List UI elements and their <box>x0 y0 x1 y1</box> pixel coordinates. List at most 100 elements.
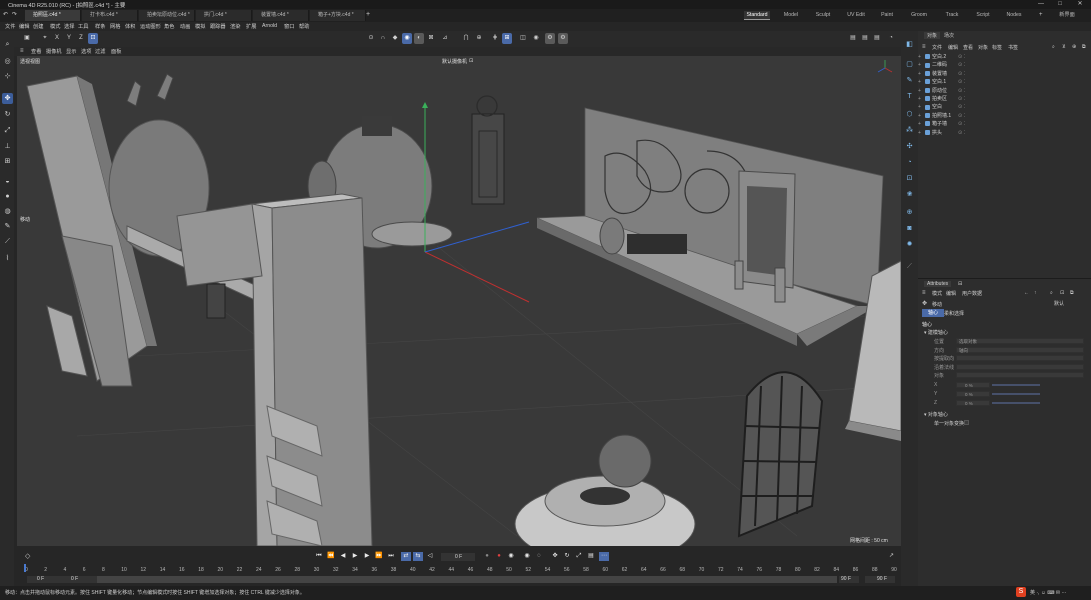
clapper-icon-1[interactable]: ▤ <box>848 33 858 44</box>
menu-item[interactable]: 模拟 <box>195 23 205 30</box>
menu-item[interactable]: 工具 <box>78 23 88 30</box>
visibility-dots-icon[interactable]: ⊙ ⁚ <box>958 87 965 95</box>
live-select-icon[interactable]: ⊹ <box>2 71 13 82</box>
attr-field-value[interactable] <box>956 355 1084 361</box>
layout-tab[interactable]: UV Edit <box>843 11 869 20</box>
max-frame-field[interactable]: 90 F <box>839 576 859 583</box>
range-slider[interactable] <box>97 576 837 583</box>
polygons-mode-icon[interactable]: ◆ <box>390 33 400 44</box>
snap-tool-icon[interactable]: ⊞ <box>2 156 13 167</box>
material-icon[interactable]: ● <box>2 191 13 202</box>
camera-icon[interactable]: ⊡ <box>469 58 473 64</box>
coordinate-system-icon[interactable]: ⊡ <box>88 33 98 44</box>
cube-icon[interactable]: ◧ <box>904 39 915 50</box>
expand-icon[interactable]: + <box>918 129 922 137</box>
menu-item[interactable]: 编辑 <box>19 23 29 30</box>
minimize-button[interactable]: — <box>1034 0 1048 9</box>
ime-tray-icons[interactable]: 英 ·, ☺ ⌨ ✉ ⋯ <box>1030 589 1067 596</box>
group-modeling-axis[interactable]: ▾ 建模轴心 <box>924 329 948 336</box>
render-region-icon[interactable]: ◫ <box>518 33 528 44</box>
brush-icon[interactable]: ✎ <box>2 221 13 232</box>
layout-tab[interactable]: Standard <box>744 11 770 20</box>
uv-mode-icon[interactable]: ⊠ <box>426 33 436 44</box>
layout-tab[interactable]: Sculpt <box>812 11 834 20</box>
tab-axis[interactable]: 轴心 <box>922 309 945 317</box>
end-frame-field[interactable]: 90 F <box>865 576 895 583</box>
expand-icon[interactable]: + <box>918 87 922 95</box>
viewport-menu-item[interactable]: 查看 <box>31 48 41 55</box>
object-row[interactable]: + 拍卖区 ⊙ ⁚ <box>918 95 1091 103</box>
menu-item[interactable]: 创建 <box>33 23 43 30</box>
magnet-icon[interactable]: ⋂ <box>461 33 471 44</box>
om-menu-item[interactable]: 对象 <box>978 44 988 51</box>
menu-item[interactable]: 文件 <box>5 23 15 30</box>
om-menu-icon[interactable]: ≡ <box>922 44 926 50</box>
paint-icon[interactable]: ◍ <box>2 206 13 217</box>
menu-item[interactable]: 角色 <box>164 23 174 30</box>
add-layout-icon[interactable]: + <box>1039 12 1043 18</box>
attributes-layers-icon[interactable]: ⊟ <box>958 281 962 287</box>
object-row[interactable]: + 空白.2 ⊙ ⁚ <box>918 53 1091 61</box>
layout-tab[interactable]: Paint <box>876 11 898 20</box>
menu-item[interactable]: 网格 <box>110 23 120 30</box>
visibility-dots-icon[interactable]: ⊙ ⁚ <box>958 120 965 128</box>
attr-mode-select[interactable]: 默认 <box>1054 300 1064 307</box>
attr-menu-edit[interactable]: 编辑 <box>946 290 956 297</box>
menu-item[interactable]: 帮助 <box>299 23 309 30</box>
sculpt-tool-icon[interactable]: ⌇ <box>2 253 13 264</box>
expand-icon[interactable]: + <box>918 120 922 128</box>
om-menu-item[interactable]: 文件 <box>932 44 942 51</box>
cube-outline-icon[interactable]: ▢ <box>904 59 915 70</box>
attr-field-value[interactable]: 选取对象 <box>956 338 1084 344</box>
viewport-layout-icon[interactable]: ≡ <box>20 48 24 54</box>
edges-mode-icon[interactable]: ∩ <box>378 33 388 44</box>
visibility-dots-icon[interactable]: ⊙ ⁚ <box>958 70 965 78</box>
snap-icon[interactable]: ⊕ <box>474 33 484 44</box>
close-button[interactable]: ✕ <box>1073 0 1087 9</box>
menu-item[interactable]: 运动图形 <box>140 23 161 30</box>
viewport-menu-item[interactable]: 选项 <box>81 48 91 55</box>
object-row[interactable]: + 空白 ⊙ ⁚ <box>918 103 1091 111</box>
om-add-icon[interactable]: ⊕ <box>1072 44 1076 50</box>
visibility-dots-icon[interactable]: ⊙ ⁚ <box>958 53 965 61</box>
back-arrow-icon[interactable]: ← <box>1024 290 1029 296</box>
cloner-icon[interactable]: ⁂ <box>904 125 915 136</box>
attr-xyz-value[interactable]: 0 % <box>956 391 990 397</box>
expand-icon[interactable]: + <box>918 53 922 61</box>
menu-item[interactable]: 选择 <box>64 23 74 30</box>
object-row[interactable]: + 拍照墙.1 ⊙ ⁚ <box>918 112 1091 120</box>
attributes-title[interactable]: Attributes <box>924 281 952 287</box>
doc-tab[interactable]: 拍卖坛原动位.c4d * <box>139 10 195 21</box>
object-row[interactable]: + 拱头 ⊙ ⁚ <box>918 129 1091 137</box>
attr-field-value[interactable]: 轴向 <box>956 346 1084 353</box>
menu-item[interactable]: 扩展 <box>246 23 256 30</box>
attr-xyz-slider[interactable] <box>992 402 1040 404</box>
object-row[interactable]: + 装置墙 ⊙ ⁚ <box>918 70 1091 78</box>
single-transform-checkbox[interactable] <box>964 420 969 425</box>
menu-item[interactable]: 样条 <box>95 23 105 30</box>
attr-xyz-value[interactable]: 0 % <box>956 400 990 406</box>
object-row[interactable]: + 箱子墙 ⊙ ⁚ <box>918 120 1091 128</box>
axis-y-button[interactable]: Y <box>64 33 74 44</box>
timer-icon[interactable]: ◔ <box>886 33 896 44</box>
menu-item[interactable]: 渲染 <box>230 23 240 30</box>
object-row[interactable]: + 二维码 ⊙ ⁚ <box>918 61 1091 69</box>
om-menu-item[interactable]: 标签 <box>992 44 1002 51</box>
ime-icon[interactable]: S <box>1016 587 1026 597</box>
visibility-dots-icon[interactable]: ⊙ ⁚ <box>958 129 965 137</box>
move-tool-icon[interactable]: ✥ <box>2 93 13 104</box>
hair-icon[interactable]: ❀ <box>904 189 915 200</box>
viewport-menu-item[interactable]: 面板 <box>111 48 121 55</box>
layout-tab[interactable]: Model <box>780 11 802 20</box>
clapper-icon-3[interactable]: ▤ <box>872 33 882 44</box>
points-mode-icon[interactable]: ⊙ <box>366 33 376 44</box>
environment-icon[interactable]: ⊕ <box>904 207 915 218</box>
attr-field-value[interactable] <box>956 372 1084 378</box>
tab-soft-selection[interactable]: 柔和选择 <box>944 310 964 317</box>
layout-tab[interactable]: Groom <box>907 11 931 20</box>
attr-menu-userdata[interactable]: 用户数据 <box>962 290 982 297</box>
model-mode-icon[interactable]: ◉ <box>402 33 412 44</box>
layout-tab[interactable]: Track <box>941 11 963 20</box>
axis-z-button[interactable]: Z <box>76 33 86 44</box>
generator-icon[interactable]: ⬡ <box>904 109 915 120</box>
